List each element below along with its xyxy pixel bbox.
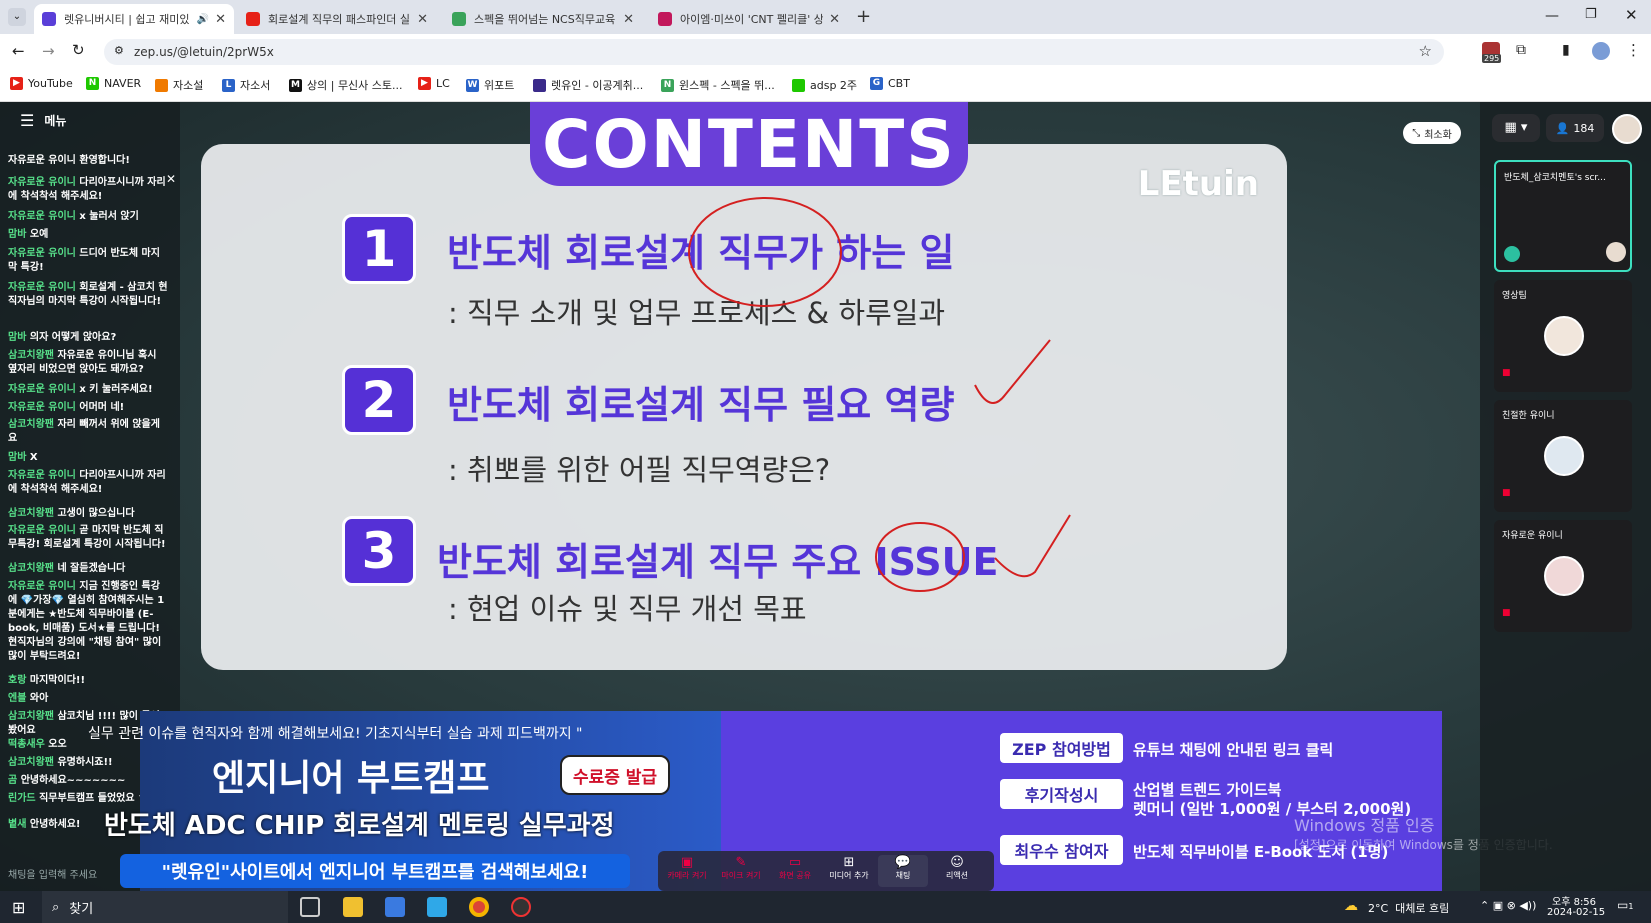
store-icon[interactable] xyxy=(385,897,405,917)
minimize-icon: ⤡ xyxy=(1412,127,1421,139)
mic-icon: ✎ xyxy=(735,855,747,870)
banner-tagline: 실무 관련 이슈를 현직자와 함께 해결해보세요! 기초지식부터 실습 과제 피… xyxy=(88,726,583,742)
video-tile-3[interactable]: 자유로운 유이니 ■ xyxy=(1494,520,1632,632)
annotation-circle-2 xyxy=(875,522,965,592)
tile-avatar-small xyxy=(1606,242,1626,262)
layout-toggle-button[interactable]: ▦ ▾ xyxy=(1492,114,1540,142)
media-control-bar: ▣ 카메라 켜기 ✎ 마이크 켜기 ▭ 화면 공유 ⊞ 미디어 추가 💬 채팅 ☺ 리액션 xyxy=(658,851,994,891)
add-media-icon: ⊞ xyxy=(843,855,855,870)
tile-name: 영상팀 xyxy=(1502,291,1527,301)
tile-name: 친절한 유이니 xyxy=(1502,411,1555,421)
chat-icon: 💬 xyxy=(894,855,912,870)
info-zep-join: 유튜브 채팅에 안내된 링크 클릭 xyxy=(1133,741,1334,759)
users-icon: 👤 xyxy=(1555,121,1570,135)
my-avatar[interactable] xyxy=(1612,114,1642,144)
search-cta: "렛유인"사이트에서 엔지니어 부트캠프를 검색해보세요! xyxy=(120,854,630,888)
task-view-icon[interactable] xyxy=(300,897,320,917)
avatar xyxy=(1544,436,1584,476)
tile-name: 반도체_삼코치멘토's scr... xyxy=(1504,173,1606,183)
pill-review: 후기작성시 xyxy=(1000,779,1123,809)
course-title: 반도체 ADC CHIP 회로설계 멘토링 실무과정 xyxy=(104,811,615,841)
banner-title: 엔지니어 부트캠프 xyxy=(212,758,490,799)
annotation-circle-1 xyxy=(688,197,842,307)
user-count: 184 xyxy=(1573,121,1595,135)
chrome-icon[interactable] xyxy=(469,897,489,917)
camera-button[interactable]: ▣ 카메라 켜기 xyxy=(662,855,712,887)
minimize-label: 최소화 xyxy=(1424,129,1452,141)
mic-off-icon: ■ xyxy=(1502,488,1511,498)
windows-start-icon[interactable]: ⊞ xyxy=(12,898,25,917)
search-icon: ⌕ xyxy=(52,899,60,915)
chat-button[interactable]: 💬 채팅 xyxy=(878,855,928,887)
speaking-icon xyxy=(1504,246,1520,262)
clock-time: 오후 8:56 xyxy=(1552,897,1597,908)
clock-date: 2024-02-15 xyxy=(1547,907,1606,918)
video-tile-1[interactable]: 영상팀 ■ xyxy=(1494,280,1632,392)
mic-off-icon: ■ xyxy=(1502,368,1511,378)
file-explorer-icon[interactable] xyxy=(343,897,363,917)
reaction-button[interactable]: ☺ 리액션 xyxy=(932,855,982,887)
app-icon[interactable] xyxy=(427,897,447,917)
tray-icons[interactable]: ⌃ ▣ ⊗ ◀)) xyxy=(1480,899,1536,912)
participants-count-button[interactable]: 👤 184 xyxy=(1546,114,1604,142)
taskbar-search[interactable]: ⌕ 찾기 xyxy=(42,891,288,923)
annotation-check-1 xyxy=(974,339,1051,404)
weather-text: 2°C 대체로 흐림 xyxy=(1368,902,1450,915)
screen-share-button[interactable]: ▭ 화면 공유 xyxy=(770,855,820,887)
pill-top-participant: 최우수 참여자 xyxy=(1000,835,1123,865)
mic-button[interactable]: ✎ 마이크 켜기 xyxy=(716,855,766,887)
annotation-check-2 xyxy=(994,514,1071,578)
add-media-button[interactable]: ⊞ 미디어 추가 xyxy=(824,855,874,887)
smile-icon: ☺ xyxy=(950,855,964,870)
camera-icon: ▣ xyxy=(680,855,694,870)
screen-share-icon: ▭ xyxy=(788,855,802,870)
weather-icon: ☁ xyxy=(1344,898,1358,914)
certificate-badge: 수료증 발급 xyxy=(560,755,670,795)
search-label: 찾기 xyxy=(69,901,94,917)
windows-taskbar: ⊞ ⌕ 찾기 ☁ 2°C 대체로 흐림 ⌃ ▣ ⊗ ◀)) 오후 8:56 202… xyxy=(0,891,1651,923)
notification-count: 1 xyxy=(1628,902,1634,911)
avatar xyxy=(1544,316,1584,356)
pill-zep-join: ZEP 참여방법 xyxy=(1000,733,1123,763)
bootcamp-banner: 실무 관련 이슈를 현직자와 함께 해결해보세요! 기초지식부터 실습 과제 피… xyxy=(88,711,721,891)
notification-icon[interactable]: ▭1 xyxy=(1617,898,1633,912)
video-tile-screen[interactable]: 반도체_삼코치멘토's scr... xyxy=(1494,160,1632,272)
minimize-button[interactable]: ⤡ 최소화 xyxy=(1403,122,1461,144)
mic-off-icon: ■ xyxy=(1502,608,1511,618)
video-tile-2[interactable]: 친절한 유이니 ■ xyxy=(1494,400,1632,512)
app-2-icon[interactable] xyxy=(511,897,531,917)
avatar xyxy=(1544,556,1584,596)
tile-name: 자유로운 유이니 xyxy=(1502,531,1563,541)
